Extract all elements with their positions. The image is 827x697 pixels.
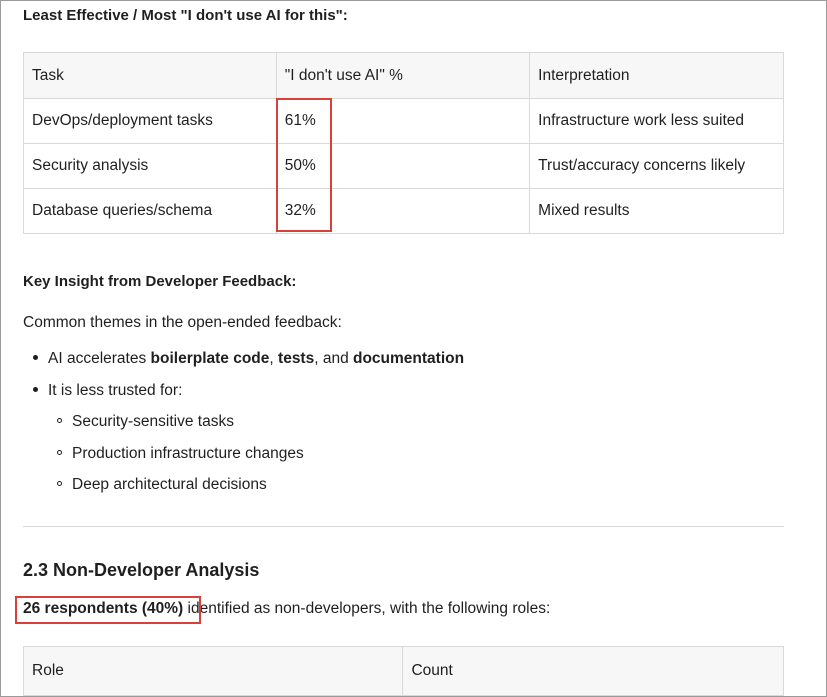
task-cell: Security analysis — [23, 143, 277, 189]
non-developer-section-title: 2.3 Non-Developer Analysis — [23, 560, 260, 580]
least-effective-heading: Least Effective / Most "I don't use AI f… — [23, 7, 348, 24]
interpretation-cell: Mixed results — [529, 188, 784, 234]
respondents-highlight-box — [15, 596, 201, 624]
table-row: DevOps/deployment tasks 61% Infrastructu… — [23, 98, 784, 144]
sub-list-item: Deep architectural decisions — [57, 475, 267, 495]
list-item: It is less trusted for: — [33, 381, 182, 401]
bullet-icon — [33, 355, 38, 361]
column-header-task: Task — [23, 52, 277, 99]
interpretation-cell: Infrastructure work less suited — [529, 98, 784, 144]
column-header-role: Role — [22, 646, 404, 696]
table-row: Security analysis 50% Trust/accuracy con… — [23, 143, 784, 189]
sub-bullet-icon — [57, 450, 62, 456]
sub-bullet-icon — [57, 418, 62, 424]
list-item: AI accelerates boilerplate code, tests, … — [33, 349, 464, 369]
column-header-interpretation: Interpretation — [529, 52, 784, 99]
document-frame: Least Effective / Most "I don't use AI f… — [0, 0, 827, 697]
interpretation-cell: Trust/accuracy concerns likely — [529, 143, 784, 189]
column-header-pct: "I don't use AI" % — [275, 52, 531, 99]
feedback-intro: Common themes in the open-ended feedback… — [23, 314, 342, 331]
least-effective-table: Task "I don't use AI" % Interpretation D… — [23, 52, 784, 234]
table-header-row: Role Count — [22, 646, 784, 696]
task-cell: Database queries/schema — [23, 188, 277, 234]
roles-table: Role Count — [22, 646, 784, 696]
column-header-count: Count — [402, 646, 784, 696]
table-row: Database queries/schema 32% Mixed result… — [23, 188, 784, 234]
sub-bullet-icon — [57, 481, 62, 487]
key-insight-heading: Key Insight from Developer Feedback: — [23, 273, 297, 290]
bullet-icon — [33, 387, 38, 393]
task-cell: DevOps/deployment tasks — [23, 98, 277, 144]
table-header-row: Task "I don't use AI" % Interpretation — [23, 52, 784, 99]
sub-list-item: Production infrastructure changes — [57, 444, 304, 464]
pct-column-highlight — [276, 98, 332, 232]
section-divider — [23, 526, 784, 527]
sub-list-item: Security-sensitive tasks — [57, 412, 234, 432]
